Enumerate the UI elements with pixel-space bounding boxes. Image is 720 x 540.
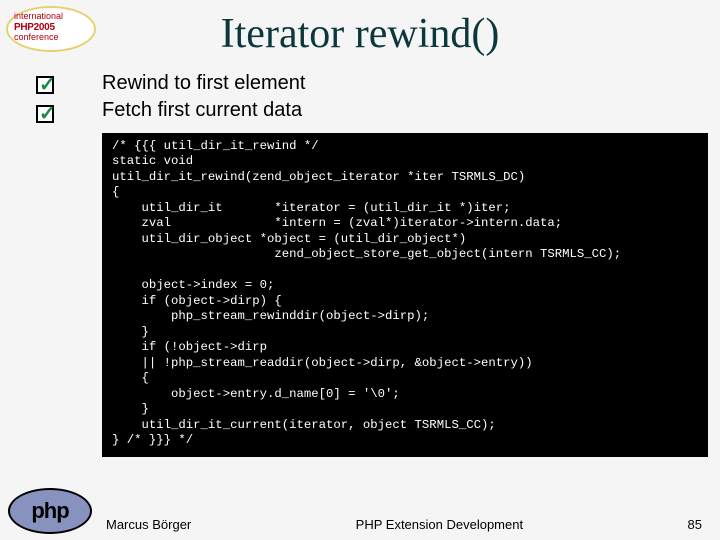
php-logo: php <box>8 488 92 534</box>
slide: international PHP2005 conference Iterato… <box>0 0 720 540</box>
php-logo-ellipse: php <box>8 488 92 534</box>
check-icon <box>36 76 54 94</box>
code-block: /* {{{ util_dir_it_rewind */ static void… <box>102 133 708 457</box>
slide-title: Iterator rewind() <box>0 10 720 58</box>
footer-title: PHP Extension Development <box>191 517 687 532</box>
check-bullet <box>36 76 54 99</box>
bullet-text: Fetch first current data <box>102 99 302 122</box>
php-logo-text: php <box>31 498 68 524</box>
check-icon <box>36 105 54 123</box>
footer-page-number: 85 <box>688 517 702 532</box>
bullet-row: Fetch first current data <box>102 99 702 122</box>
footer-author: Marcus Börger <box>106 517 191 532</box>
check-bullet <box>36 105 54 128</box>
footer: Marcus Börger PHP Extension Development … <box>106 517 702 532</box>
bullet-row: Rewind to first element <box>102 72 702 95</box>
bullet-column <box>36 76 54 134</box>
bullet-text: Rewind to first element <box>102 72 305 95</box>
content-area: Rewind to first element Fetch first curr… <box>102 72 702 126</box>
